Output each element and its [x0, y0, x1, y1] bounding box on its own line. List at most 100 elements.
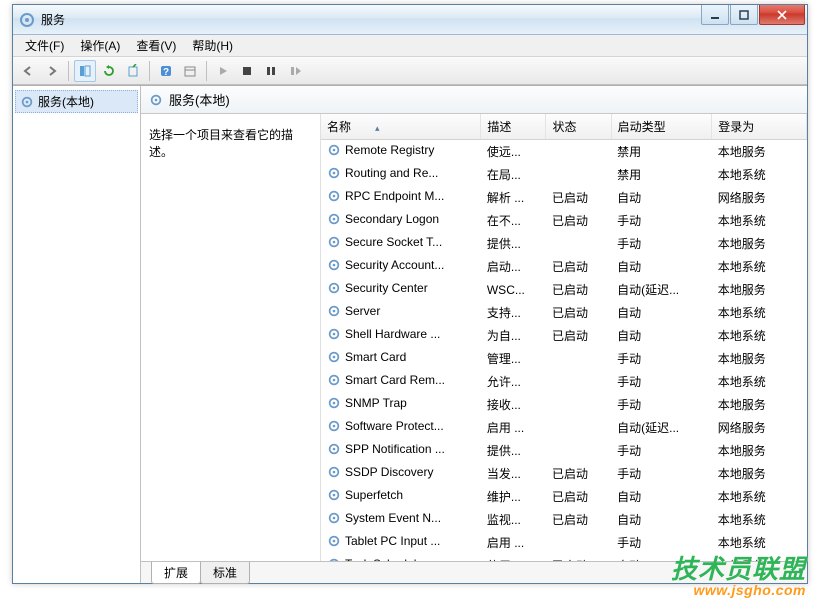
watermark-line2: www.jsgho.com [671, 583, 806, 598]
table-row[interactable]: Server支持...已启动自动本地系统 [321, 301, 807, 324]
cell-name: System Event N... [321, 508, 481, 528]
cell-name: RPC Endpoint M... [321, 186, 481, 206]
cell-status: 已启动 [546, 554, 611, 561]
cell-startup: 手动 [611, 531, 712, 554]
services-window: 服务 文件(F) 操作(A) 查看(V) 帮助(H) ? [12, 4, 808, 584]
table-row[interactable]: Routing and Re...在局...禁用本地系统 [321, 163, 807, 186]
cell-desc: 接收... [481, 393, 546, 416]
svg-text:?: ? [163, 67, 169, 78]
table-row[interactable]: Superfetch维护...已启动自动本地系统 [321, 485, 807, 508]
gear-icon [327, 350, 341, 364]
cell-startup: 自动(延迟... [611, 416, 712, 439]
start-service-button[interactable] [212, 60, 234, 82]
table-row[interactable]: System Event N...监视...已启动自动本地系统 [321, 508, 807, 531]
cell-logon: 本地系统 [712, 508, 807, 531]
cell-desc: 为自... [481, 324, 546, 347]
gear-icon [327, 189, 341, 203]
toolbar-separator [149, 61, 150, 81]
tab-standard[interactable]: 标准 [200, 562, 250, 584]
show-hide-tree-button[interactable] [74, 60, 96, 82]
cell-status [546, 531, 611, 554]
table-row[interactable]: SNMP Trap接收...手动本地服务 [321, 393, 807, 416]
cell-name: Security Center [321, 278, 481, 298]
pause-service-button[interactable] [260, 60, 282, 82]
table-row[interactable]: Security CenterWSC...已启动自动(延迟...本地服务 [321, 278, 807, 301]
cell-logon: 本地系统 [712, 554, 807, 561]
menu-file[interactable]: 文件(F) [17, 35, 72, 56]
table-row[interactable]: Smart Card管理...手动本地服务 [321, 347, 807, 370]
menu-action[interactable]: 操作(A) [72, 35, 128, 56]
table-row[interactable]: RPC Endpoint M...解析 ...已启动自动网络服务 [321, 186, 807, 209]
table-row[interactable]: Tablet PC Input ...启用 ...手动本地系统 [321, 531, 807, 554]
nav-back-button[interactable] [17, 60, 39, 82]
cell-desc: 维护... [481, 485, 546, 508]
cell-status [546, 393, 611, 416]
restart-service-button[interactable] [284, 60, 306, 82]
menu-help[interactable]: 帮助(H) [184, 35, 241, 56]
gear-icon [327, 258, 341, 272]
cell-status [546, 416, 611, 439]
cell-desc: 启用 ... [481, 531, 546, 554]
maximize-button[interactable] [730, 5, 758, 25]
nav-forward-button[interactable] [41, 60, 63, 82]
close-button[interactable] [759, 5, 805, 25]
gear-icon [327, 419, 341, 433]
table-row[interactable]: SPP Notification ...提供...手动本地服务 [321, 439, 807, 462]
gear-icon [327, 442, 341, 456]
col-desc[interactable]: 描述 [481, 114, 546, 140]
table-row[interactable]: Shell Hardware ...为自...已启动自动本地系统 [321, 324, 807, 347]
cell-startup: 自动 [611, 508, 712, 531]
table-row[interactable]: Software Protect...启用 ...自动(延迟...网络服务 [321, 416, 807, 439]
menubar: 文件(F) 操作(A) 查看(V) 帮助(H) [13, 35, 807, 57]
cell-startup: 自动 [611, 255, 712, 278]
window-title: 服务 [41, 11, 701, 28]
description-pane: 选择一个项目来查看它的描述。 [141, 114, 321, 561]
tab-strip: 扩展 标准 [141, 561, 807, 583]
tab-extended[interactable]: 扩展 [151, 562, 201, 584]
properties-button[interactable] [179, 60, 201, 82]
table-row[interactable]: Remote Registry使远...禁用本地服务 [321, 140, 807, 164]
table-row[interactable]: Secure Socket T...提供...手动本地服务 [321, 232, 807, 255]
table-row[interactable]: Security Account...启动...已启动自动本地系统 [321, 255, 807, 278]
cell-logon: 本地服务 [712, 462, 807, 485]
toolbar-separator [206, 61, 207, 81]
cell-status: 已启动 [546, 186, 611, 209]
cell-desc: 在局... [481, 163, 546, 186]
cell-status: 已启动 [546, 462, 611, 485]
refresh-button[interactable] [98, 60, 120, 82]
gear-icon [327, 166, 341, 180]
gear-icon [327, 557, 341, 561]
table-row[interactable]: Smart Card Rem...允许...手动本地系统 [321, 370, 807, 393]
export-list-button[interactable] [122, 60, 144, 82]
cell-status [546, 347, 611, 370]
menu-view[interactable]: 查看(V) [128, 35, 184, 56]
cell-startup: 手动 [611, 347, 712, 370]
table-row[interactable]: SSDP Discovery当发...已启动手动本地服务 [321, 462, 807, 485]
minimize-button[interactable] [701, 5, 729, 25]
cell-name: Software Protect... [321, 416, 481, 436]
cell-desc: 启动... [481, 255, 546, 278]
cell-desc: 允许... [481, 370, 546, 393]
cell-desc: 支持... [481, 301, 546, 324]
window-buttons [701, 5, 805, 25]
cell-desc: 管理... [481, 347, 546, 370]
cell-desc: 监视... [481, 508, 546, 531]
services-table: 名称 描述 状态 启动类型 登录为 Remote Registry使远...禁用… [321, 114, 807, 561]
cell-desc: 提供... [481, 439, 546, 462]
gear-icon [149, 93, 163, 107]
help-button[interactable]: ? [155, 60, 177, 82]
table-row[interactable]: Secondary Logon在不...已启动手动本地系统 [321, 209, 807, 232]
titlebar[interactable]: 服务 [13, 5, 807, 35]
service-list[interactable]: 名称 描述 状态 启动类型 登录为 Remote Registry使远...禁用… [321, 114, 807, 561]
gear-icon [327, 511, 341, 525]
col-startup[interactable]: 启动类型 [611, 114, 712, 140]
description-text: 选择一个项目来查看它的描述。 [149, 126, 312, 160]
col-logon[interactable]: 登录为 [712, 114, 807, 140]
col-name[interactable]: 名称 [321, 114, 481, 140]
tree-root-services[interactable]: 服务(本地) [15, 90, 138, 113]
table-row[interactable]: Task Scheduler使用...已启动自动本地系统 [321, 554, 807, 561]
stop-service-button[interactable] [236, 60, 258, 82]
col-status[interactable]: 状态 [546, 114, 611, 140]
cell-desc: 启用 ... [481, 416, 546, 439]
cell-logon: 本地系统 [712, 370, 807, 393]
